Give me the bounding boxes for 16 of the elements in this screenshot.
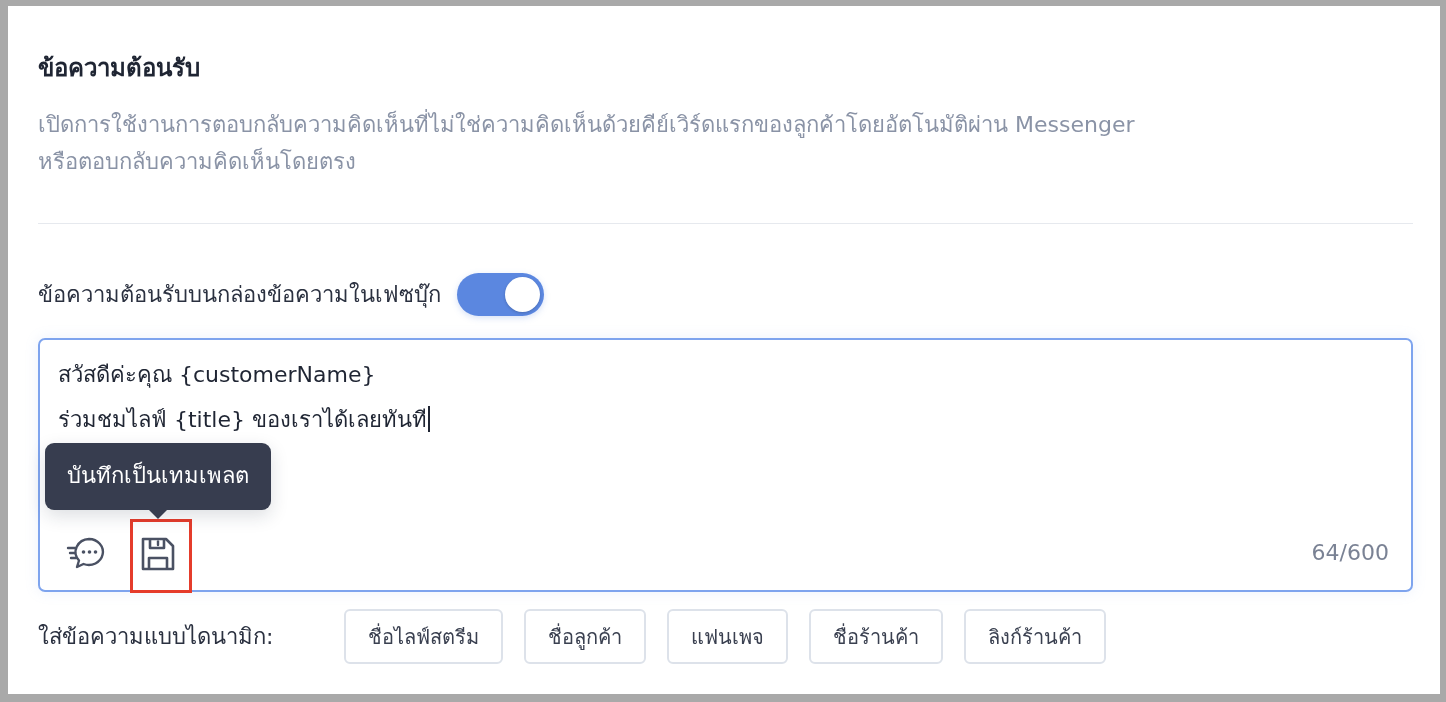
dynamic-text-chip[interactable]: ชื่อร้านค้า xyxy=(809,609,944,664)
character-counter: 64/600 xyxy=(1311,539,1389,567)
dynamic-text-chip[interactable]: ชื่อไลฟ์สตรีม xyxy=(344,609,504,664)
dynamic-text-label: ใส่ข้อความแบบไดนามิก: xyxy=(38,623,274,651)
message-field[interactable]: สวัสดีค่ะคุณ {customerName} ร่วมชมไลฟ์ {title} ของเราได้เลยทันที บันทึกเป็นเทมเพลต 64/600 xyxy=(38,338,1413,592)
dynamic-text-chip[interactable]: ลิงก์ร้านค้า xyxy=(964,609,1107,664)
section-description: เปิดการใช้งานการตอบกลับความคิดเห็นที่ไม่ใช่ความคิดเห็นด้วยคีย์เวิร์ดแรกของลูกค้าโดยอัตโนมัติผ่าน Messenger หรือตอบกลับความคิดเห็นโดยตรง xyxy=(38,106,1158,180)
save-icon[interactable] xyxy=(140,536,176,572)
tooltip-pointer-icon xyxy=(149,510,167,519)
dynamic-text-chip[interactable]: ชื่อลูกค้า xyxy=(524,609,647,664)
toggle-switch[interactable] xyxy=(457,273,544,316)
dynamic-text-chip[interactable]: แฟนเพจ xyxy=(667,609,789,664)
toggle-label: ข้อความต้อนรับบนกล่องข้อความในเฟซบุ๊ก xyxy=(38,281,441,310)
message-text: สวัสดีค่ะคุณ {customerName} ร่วมชมไลฟ์ {title} ของเราได้เลยทันที xyxy=(58,352,1389,442)
section-title: ข้อความต้อนรับ xyxy=(38,53,201,83)
tooltip: บันทึกเป็นเทมเพลต xyxy=(45,443,271,510)
